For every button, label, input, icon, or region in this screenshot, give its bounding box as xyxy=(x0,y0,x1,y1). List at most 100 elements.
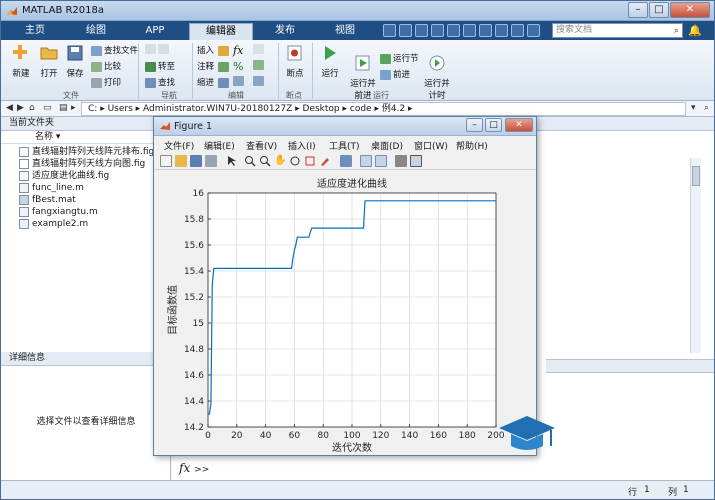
help-icon[interactable] xyxy=(527,24,540,37)
menu-file[interactable]: 文件(F) xyxy=(164,139,194,152)
figure-close-button[interactable]: ✕ xyxy=(505,118,533,132)
colorbar-icon[interactable] xyxy=(360,155,372,167)
tab-publish[interactable]: 发布 xyxy=(259,23,311,40)
search-documentation-input[interactable]: 搜索文档 ⌕ xyxy=(552,23,683,38)
figure-maximize-button[interactable]: □ xyxy=(485,118,502,132)
path-segment[interactable]: C: xyxy=(88,104,97,114)
pointer-icon[interactable] xyxy=(226,155,238,167)
save-quick-icon[interactable] xyxy=(383,24,396,37)
tab-plots[interactable]: 绘图 xyxy=(69,23,123,40)
compare-button[interactable]: 比较 xyxy=(91,60,121,72)
legend-icon[interactable] xyxy=(375,155,387,167)
notification-bell-icon[interactable]: 🔔 xyxy=(688,24,702,37)
advance-button[interactable]: 前进 xyxy=(380,68,410,80)
menu-window[interactable]: 窗口(W) xyxy=(414,139,448,152)
minimize-button[interactable]: – xyxy=(628,2,648,18)
folder-up-icon[interactable]: ⌂ xyxy=(29,103,35,113)
back-arrow-icon[interactable]: ◀ xyxy=(6,103,13,113)
list-item[interactable]: fangxiangtu.m xyxy=(19,206,98,218)
tab-apps[interactable]: APP xyxy=(127,23,183,40)
browse-folder-icon[interactable]: ▭ xyxy=(43,103,52,113)
switch-windows-icon[interactable] xyxy=(479,24,492,37)
scrollbar-thumb[interactable] xyxy=(692,166,700,186)
list-item[interactable]: 直线辐射阵列天线阵元排布.fig xyxy=(19,146,154,158)
tab-view[interactable]: 视图 xyxy=(319,23,371,40)
cut-quick-icon[interactable] xyxy=(399,24,412,37)
path-segment[interactable]: Users xyxy=(108,104,133,114)
find-button[interactable]: 查找 xyxy=(145,76,175,88)
pan-hand-icon[interactable]: ✋ xyxy=(274,155,286,167)
outdent-icon[interactable] xyxy=(253,76,266,87)
show-plot-tools-icon[interactable] xyxy=(410,155,422,167)
list-item[interactable]: example2.m xyxy=(19,218,88,230)
open-file-icon[interactable] xyxy=(175,155,187,167)
smart-indent-icon[interactable] xyxy=(233,76,246,87)
tab-home[interactable]: 主页 xyxy=(11,23,59,40)
insert-button[interactable]: 插入 xyxy=(197,44,231,56)
nav-arrows[interactable] xyxy=(145,44,171,55)
path-segment[interactable]: Desktop xyxy=(303,104,340,114)
zoom-in-icon[interactable] xyxy=(244,155,256,167)
plot-area[interactable]: 0 20 40 60 80 100 120 140 160 180 200 14.2 14.4 14.6 1… xyxy=(154,171,536,455)
redo-quick-icon[interactable] xyxy=(463,24,476,37)
menu-tools[interactable]: 工具(T) xyxy=(329,139,360,152)
path-dropdown-icon[interactable]: ▾ xyxy=(691,103,696,113)
goto-button[interactable]: 转至 xyxy=(145,60,175,72)
run-section-button[interactable]: 运行节 xyxy=(380,52,419,64)
goto-label: 转至 xyxy=(158,62,176,72)
workspace-scrollbar[interactable] xyxy=(690,158,701,353)
list-item[interactable]: 适应度进化曲线.fig xyxy=(19,170,109,182)
menu-insert[interactable]: 插入(I) xyxy=(288,139,316,152)
command-prompt[interactable]: fx >> xyxy=(179,461,209,475)
figure-minimize-button[interactable]: – xyxy=(466,118,483,132)
find-files-button[interactable]: 查找文件 xyxy=(91,44,138,56)
hide-plot-tools-icon[interactable] xyxy=(395,155,407,167)
percent-icon[interactable]: % xyxy=(233,60,243,73)
fx-insert-icon[interactable]: fx xyxy=(233,44,243,57)
menu-view[interactable]: 查看(V) xyxy=(246,139,277,152)
save-figure-icon[interactable] xyxy=(190,155,202,167)
save-button[interactable]: 保存 xyxy=(61,44,89,79)
close-button[interactable]: ✕ xyxy=(670,2,710,18)
tab-editor[interactable]: 编辑器 xyxy=(189,23,253,40)
copy-quick-icon[interactable] xyxy=(415,24,428,37)
print-figure-icon[interactable] xyxy=(205,155,217,167)
list-item[interactable]: 直线辐射阵列天线方向图.fig xyxy=(19,158,145,170)
rotate-3d-icon[interactable] xyxy=(289,155,301,167)
brush-icon[interactable] xyxy=(319,155,331,167)
paste-quick-icon[interactable] xyxy=(431,24,444,37)
data-cursor-icon[interactable] xyxy=(304,155,316,167)
menu-help[interactable]: 帮助(H) xyxy=(456,139,488,152)
indent-button[interactable]: 缩进 xyxy=(197,76,231,88)
matlab-logo-icon xyxy=(7,7,17,15)
print-button[interactable]: 打印 xyxy=(91,76,121,88)
menu-desktop[interactable]: 桌面(D) xyxy=(371,139,403,152)
insert-dropdown-icon[interactable] xyxy=(253,44,266,55)
link-plot-icon[interactable] xyxy=(340,155,352,167)
undo-quick-icon[interactable] xyxy=(447,24,460,37)
search-icon[interactable]: ⌕ xyxy=(674,25,679,38)
name-column-header[interactable]: 名称 ▾ xyxy=(1,131,171,144)
menu-edit[interactable]: 编辑(E) xyxy=(204,139,235,152)
help-quick-icon[interactable] xyxy=(495,24,508,37)
new-button[interactable]: 新建 xyxy=(7,44,35,79)
list-item[interactable]: fBest.mat xyxy=(19,194,76,206)
open-button[interactable]: 打开 xyxy=(35,44,63,79)
search-folder-icon[interactable]: ⌕ xyxy=(704,103,709,113)
path-segment[interactable]: code xyxy=(350,104,372,114)
list-item[interactable]: func_line.m xyxy=(19,182,84,194)
forward-arrow-icon[interactable]: ▶ xyxy=(17,103,24,113)
zoom-out-icon[interactable] xyxy=(259,155,271,167)
new-figure-icon[interactable] xyxy=(160,155,172,167)
path-segment[interactable]: 例4.2 xyxy=(382,104,405,114)
run-button[interactable]: 运行 xyxy=(316,44,344,79)
dropdown-quick-icon[interactable] xyxy=(511,24,524,37)
figure-window[interactable]: Figure 1 – □ ✕ 文件(F) 编辑(E) 查看(V) 插入(I) 工… xyxy=(153,116,537,456)
path-segment[interactable]: Administrator.WIN7U-20180127Z xyxy=(143,104,292,114)
current-folder-path[interactable]: C: ▸ Users ▸ Administrator.WIN7U-2018012… xyxy=(81,102,686,116)
comment-button[interactable]: 注释 xyxy=(197,60,231,72)
uncomment-icon[interactable] xyxy=(253,60,266,71)
goto-icon xyxy=(145,61,156,72)
maximize-button[interactable]: □ xyxy=(649,2,669,18)
breakpoints-button[interactable]: 断点 xyxy=(281,44,309,79)
